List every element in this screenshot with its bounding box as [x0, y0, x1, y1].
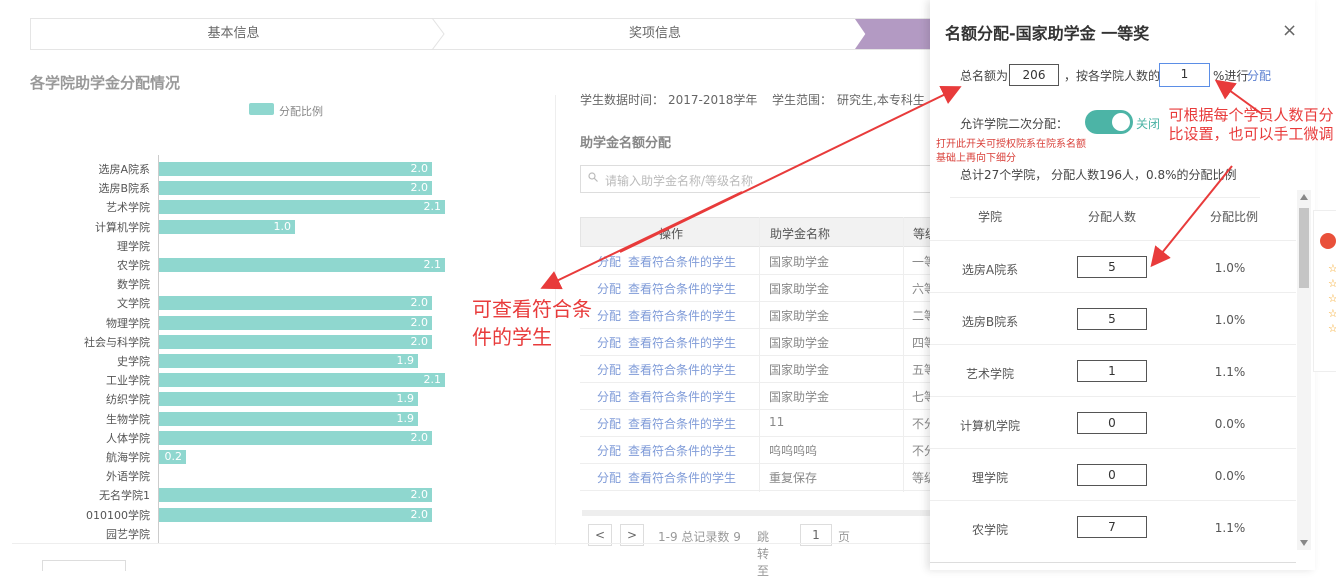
arrow-to-modal	[619, 85, 962, 253]
arrow-to-action	[540, 191, 743, 290]
annotation-view-students: 可查看符合条件的学生	[472, 297, 592, 349]
annotation-percent-setting: 可根据每个学员人数百分比设置，也可以手工微调	[1168, 106, 1334, 143]
annotation-arrows	[540, 79, 1263, 290]
arrow-to-count	[1150, 165, 1233, 268]
